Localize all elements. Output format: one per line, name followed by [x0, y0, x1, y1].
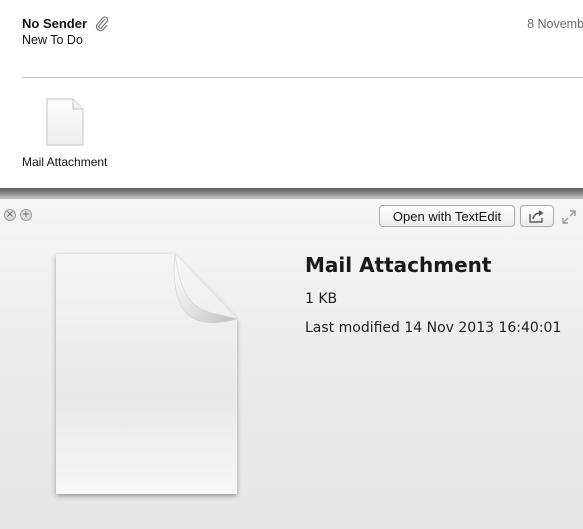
attachment-label[interactable]: Mail Attachment — [22, 155, 107, 169]
close-icon[interactable]: × — [4, 209, 16, 221]
fullscreen-icon[interactable] — [561, 209, 577, 225]
plus-icon[interactable]: + — [20, 209, 32, 221]
share-button[interactable] — [520, 205, 554, 227]
last-modified: Last modified 14 Nov 2013 16:40:01 — [305, 320, 562, 336]
header-divider — [22, 77, 583, 78]
document-preview — [56, 253, 239, 494]
file-size: 1 KB — [305, 291, 338, 307]
quicklook-panel: × + Open with TextEdit Mail Attachment 1… — [0, 198, 583, 529]
message-subject: New To Do — [22, 33, 83, 47]
share-icon — [529, 210, 544, 223]
sender-name: No Sender — [22, 16, 88, 31]
document-icon[interactable] — [46, 98, 84, 146]
mail-message-pane: No Sender 8 Novembe New To Do Mail Attac… — [0, 0, 583, 192]
message-date: 8 Novembe — [527, 17, 583, 31]
paperclip-icon — [95, 16, 109, 32]
file-title: Mail Attachment — [305, 253, 492, 277]
open-with-textedit-button[interactable]: Open with TextEdit — [379, 205, 515, 227]
